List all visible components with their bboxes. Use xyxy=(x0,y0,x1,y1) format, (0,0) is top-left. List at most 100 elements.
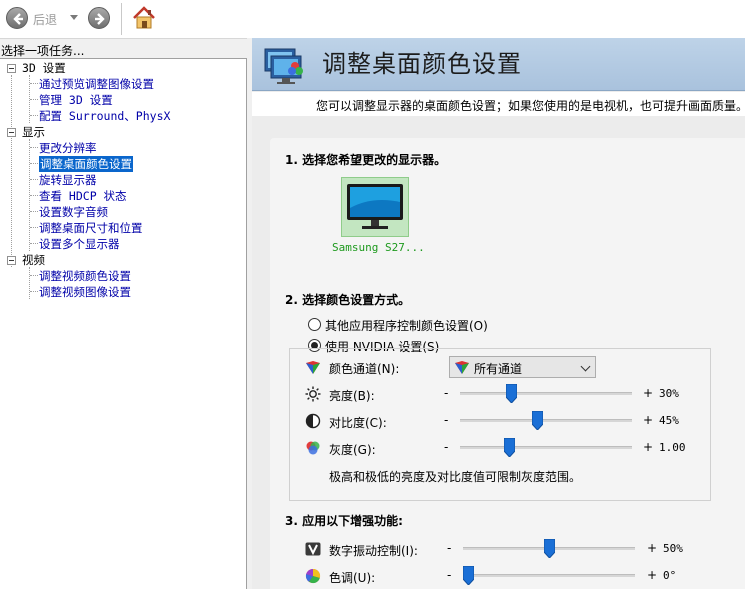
tree-category-display[interactable]: 显示 xyxy=(22,124,45,140)
page-title: 调整桌面颜色设置 xyxy=(322,50,522,78)
tree-item-rotate-display[interactable]: 旋转显示器 xyxy=(39,172,97,188)
monitor-label: Samsung S27... xyxy=(332,241,425,254)
tree-branch xyxy=(30,243,38,244)
contrast-value: 45% xyxy=(659,414,679,427)
brightness-plus[interactable]: + xyxy=(643,386,653,400)
tree-branch xyxy=(30,291,38,292)
contrast-plus[interactable]: + xyxy=(643,413,653,427)
hue-label: 色调(U): xyxy=(329,571,376,585)
radio-other-apps[interactable] xyxy=(308,318,321,331)
monitor-icon xyxy=(347,184,403,229)
tree-item-preview-image[interactable]: 通过预览调整图像设置 xyxy=(39,76,154,92)
section-enhancements-title: 3. 应用以下增强功能: xyxy=(285,514,403,528)
vibrance-label: 数字振动控制(I): xyxy=(329,544,418,558)
forward-arrow-icon xyxy=(95,13,105,25)
gamma-value: 1.00 xyxy=(659,441,686,454)
contrast-label: 对比度(C): xyxy=(329,416,387,430)
tree-branch xyxy=(30,163,38,164)
monitor-selector[interactable] xyxy=(341,177,409,237)
tree-item-desktop-size[interactable]: 调整桌面尺寸和位置 xyxy=(39,220,143,236)
contrast-slider-thumb[interactable] xyxy=(531,411,543,430)
tree-branch xyxy=(30,115,38,116)
description-strip: 您可以调整显示器的桌面颜色设置；如果您使用的是电视机，也可提升画面质量。 xyxy=(252,92,745,116)
tree-branch xyxy=(30,179,38,180)
back-button[interactable] xyxy=(6,7,28,29)
tree-collapse-3d-icon[interactable] xyxy=(7,64,16,73)
gamma-slider[interactable] xyxy=(460,446,632,449)
tree-collapse-video-icon[interactable] xyxy=(7,256,16,265)
gamma-minus[interactable]: - xyxy=(444,440,448,454)
gamma-icon xyxy=(306,441,320,455)
tree-branch xyxy=(30,195,38,196)
section-select-display-title: 1. 选择您希望更改的显示器。 xyxy=(285,153,447,167)
tree-collapse-display-icon[interactable] xyxy=(7,128,16,137)
gamma-label: 灰度(G): xyxy=(329,443,376,457)
toolbar: 后退 xyxy=(0,0,745,38)
gamma-plus[interactable]: + xyxy=(643,440,653,454)
range-note: 极高和极低的亮度及对比度值可限制灰度范围。 xyxy=(329,470,582,484)
brightness-label: 亮度(B): xyxy=(329,389,375,403)
vibrance-minus[interactable]: - xyxy=(447,541,451,555)
back-arrow-icon xyxy=(13,13,23,25)
tree-item-digital-audio[interactable]: 设置数字音频 xyxy=(39,204,108,220)
tree-branch xyxy=(30,147,38,148)
brightness-slider-thumb[interactable] xyxy=(506,384,518,403)
toolbar-separator xyxy=(121,3,122,35)
vibrance-slider-thumb[interactable] xyxy=(543,539,555,558)
radio-other-apps-label[interactable]: 其他应用程序控制颜色设置(O) xyxy=(325,317,488,334)
tree-branch xyxy=(30,275,38,276)
settings-content: 1. 选择您希望更改的显示器。 Samsung S27... 2. 选择颜色设置… xyxy=(270,138,745,589)
brightness-icon xyxy=(305,386,321,402)
tree-item-resolution[interactable]: 更改分辨率 xyxy=(39,140,97,156)
tree-guide-root xyxy=(11,75,12,267)
all-channels-icon xyxy=(455,361,469,374)
vibrance-value: 50% xyxy=(663,542,683,555)
forward-button[interactable] xyxy=(88,7,110,29)
desktop-color-icon xyxy=(264,48,303,84)
color-channel-value: 所有通道 xyxy=(474,362,523,376)
tree-item-video-image[interactable]: 调整视频图像设置 xyxy=(39,284,131,300)
tree-item-surround-physx[interactable]: 配置 Surround、PhysX xyxy=(39,108,170,124)
hue-slider-thumb[interactable] xyxy=(462,566,474,585)
page-description: 您可以调整显示器的桌面颜色设置；如果您使用的是电视机，也可提升画面质量。 xyxy=(316,99,745,113)
history-dropdown-icon[interactable] xyxy=(70,15,78,20)
color-channel-select[interactable]: 所有通道 xyxy=(449,356,596,378)
color-channel-label: 颜色通道(N): xyxy=(329,362,400,376)
digital-vibrance-icon xyxy=(305,542,321,556)
brightness-slider[interactable] xyxy=(460,392,632,395)
color-channel-icon xyxy=(306,361,320,374)
tree-guide-video xyxy=(29,267,30,299)
contrast-slider[interactable] xyxy=(460,419,632,422)
hue-plus[interactable]: + xyxy=(647,568,657,582)
chevron-down-icon xyxy=(580,361,591,372)
tree-branch xyxy=(30,99,38,100)
gamma-slider-thumb[interactable] xyxy=(504,438,516,457)
hue-minus[interactable]: - xyxy=(447,568,451,582)
tree-category-3d[interactable]: 3D 设置 xyxy=(22,60,66,76)
task-tree[interactable]: 3D 设置 通过预览调整图像设置 管理 3D 设置 配置 Surround、Ph… xyxy=(0,58,247,589)
home-button[interactable] xyxy=(131,5,157,31)
section-color-method-title: 2. 选择颜色设置方式。 xyxy=(285,293,411,307)
home-icon xyxy=(133,6,155,29)
tree-branch xyxy=(30,227,38,228)
brightness-minus[interactable]: - xyxy=(444,386,448,400)
tree-branch xyxy=(30,83,38,84)
vibrance-plus[interactable]: + xyxy=(647,541,657,555)
main-panel: 调整桌面颜色设置 您可以调整显示器的桌面颜色设置；如果您使用的是电视机，也可提升… xyxy=(252,38,745,589)
contrast-minus[interactable]: - xyxy=(444,413,448,427)
tree-branch xyxy=(30,211,38,212)
task-panel-header: 选择一项任务... xyxy=(0,38,249,58)
brightness-value: 30% xyxy=(659,387,679,400)
tree-item-video-color[interactable]: 调整视频颜色设置 xyxy=(39,268,131,284)
back-label: 后退 xyxy=(33,13,58,27)
hue-icon xyxy=(305,568,321,584)
tree-item-multiple-displays[interactable]: 设置多个显示器 xyxy=(39,236,120,252)
hue-value: 0° xyxy=(663,569,677,582)
tree-item-desktop-color[interactable]: 调整桌面颜色设置 xyxy=(39,156,133,172)
hue-slider[interactable] xyxy=(463,574,635,577)
tree-category-video[interactable]: 视频 xyxy=(22,252,45,268)
tree-item-manage-3d[interactable]: 管理 3D 设置 xyxy=(39,92,113,108)
nvidia-control-panel: 后退 选择一项任务... 3D 设置 通过预览调整图像设置 管理 3D 设置 配… xyxy=(0,0,745,589)
page-banner: 调整桌面颜色设置 xyxy=(252,38,745,91)
tree-item-hdcp-status[interactable]: 查看 HDCP 状态 xyxy=(39,188,127,204)
